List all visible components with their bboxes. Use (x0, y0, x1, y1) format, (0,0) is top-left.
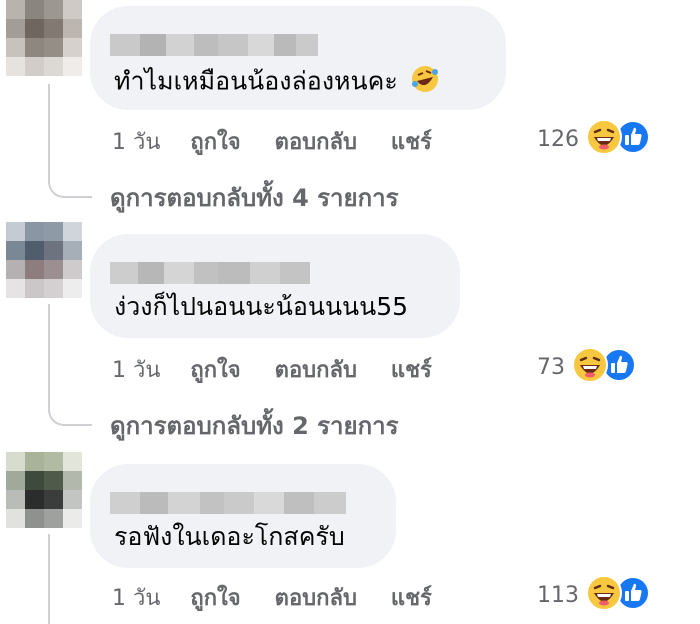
like-button[interactable]: ถูกใจ (190, 580, 240, 615)
comment-bubble: ทำไมเหมือนน้องล่องหนคะ (90, 6, 506, 110)
haha-reaction-icon (585, 118, 623, 160)
share-button[interactable]: แชร์ (391, 352, 432, 387)
comment-actions: 1 วัน ถูกใจ ตอบกลับ แชร์ (112, 580, 466, 614)
thread-connector (48, 534, 50, 624)
reply-button[interactable]: ตอบกลับ (275, 352, 357, 387)
reaction-count: 126 (537, 126, 579, 152)
comment-bubble: รอฟังในเดอะโกสครับ (90, 464, 396, 568)
avatar[interactable] (6, 452, 82, 528)
like-button[interactable]: ถูกใจ (190, 124, 240, 159)
reaction-summary[interactable]: 73 (537, 347, 637, 387)
reply-button[interactable]: ตอบกลับ (275, 580, 357, 615)
avatar[interactable] (6, 0, 82, 76)
author-name-blurred[interactable] (110, 262, 310, 284)
view-replies-link[interactable]: ดูการตอบกลับทั้ง 2 รายการ (110, 406, 398, 445)
comment-actions: 1 วัน ถูกใจ ตอบกลับ แชร์ (112, 124, 466, 158)
share-button[interactable]: แชร์ (391, 580, 432, 615)
timestamp-link[interactable]: 1 วัน (112, 352, 160, 387)
author-name-blurred[interactable] (110, 492, 346, 514)
thread-connector (48, 304, 92, 426)
timestamp-link[interactable]: 1 วัน (112, 124, 160, 159)
comment-text: ทำไมเหมือนน้องล่องหนคะ (114, 64, 440, 101)
view-replies-link[interactable]: ดูการตอบกลับทั้ง 4 รายการ (110, 178, 398, 217)
author-name-blurred[interactable] (110, 34, 318, 56)
timestamp-link[interactable]: 1 วัน (112, 580, 160, 615)
comment-text: ง่วงก็ไปนอนนะน้อนนนน55 (114, 292, 409, 321)
haha-reaction-icon (571, 346, 609, 388)
reaction-count: 113 (537, 582, 579, 608)
avatar[interactable] (6, 222, 82, 298)
rolling-laughing-emoji (410, 64, 440, 101)
thread-connector (48, 84, 92, 198)
comment-text: รอฟังในเดอะโกสครับ (114, 522, 345, 551)
reaction-summary[interactable]: 126 (537, 119, 651, 159)
reaction-count: 73 (537, 354, 565, 380)
comment-actions: 1 วัน ถูกใจ ตอบกลับ แชร์ (112, 352, 466, 386)
comment-bubble: ง่วงก็ไปนอนนะน้อนนนน55 (90, 234, 460, 338)
reaction-summary[interactable]: 113 (537, 575, 651, 615)
share-button[interactable]: แชร์ (391, 124, 432, 159)
like-button[interactable]: ถูกใจ (190, 352, 240, 387)
haha-reaction-icon (585, 574, 623, 616)
reply-button[interactable]: ตอบกลับ (275, 124, 357, 159)
